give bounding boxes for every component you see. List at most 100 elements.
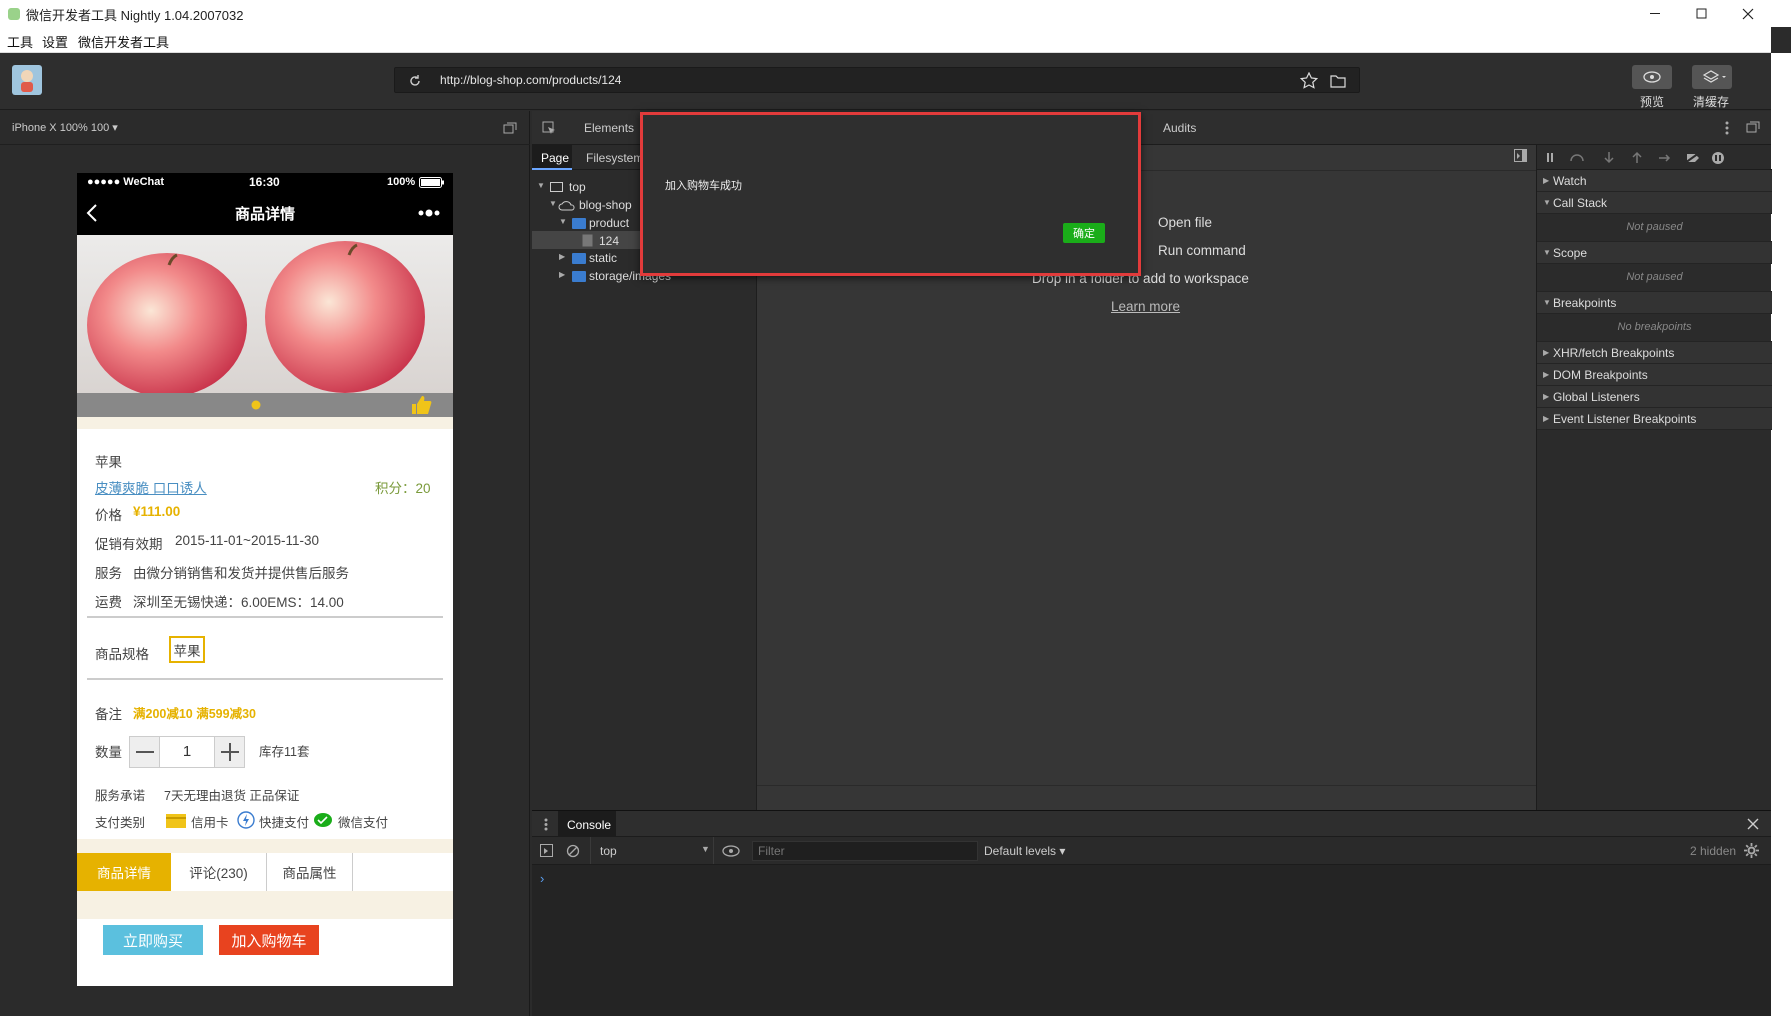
- section-breakpoints[interactable]: ▼ Breakpoints: [1537, 292, 1772, 314]
- product-slogan-link[interactable]: 皮薄爽脆 口口诱人: [95, 477, 207, 497]
- inspect-icon[interactable]: [542, 121, 556, 135]
- layers-icon: [1702, 70, 1726, 83]
- log-levels-dropdown[interactable]: Default levels ▾: [984, 844, 1065, 858]
- clear-cache-button[interactable]: [1692, 65, 1732, 89]
- url-text[interactable]: http://blog-shop.com/products/124: [440, 73, 621, 87]
- tree-item-static[interactable]: static: [589, 251, 617, 265]
- tree-item-blog-shop[interactable]: blog-shop: [579, 198, 632, 212]
- close-icon: [1742, 8, 1754, 19]
- increase-button[interactable]: [214, 737, 244, 767]
- drawer-menu-icon[interactable]: [544, 818, 548, 831]
- price-value: ¥111.00: [133, 504, 181, 519]
- qty-input[interactable]: 1: [160, 743, 214, 760]
- subtab-page[interactable]: Page: [532, 145, 572, 170]
- clock: 16:30: [249, 175, 280, 189]
- kebab-icon[interactable]: [1725, 121, 1729, 135]
- section-global-listeners[interactable]: ▶ Global Listeners: [1537, 386, 1772, 408]
- menu-tools[interactable]: 工具: [7, 32, 33, 51]
- breakpoints-status: No breakpoints: [1537, 314, 1772, 342]
- tree-item-product[interactable]: product: [589, 216, 629, 230]
- carousel-dot-icon: [251, 400, 261, 410]
- confirm-button[interactable]: 确定: [1063, 223, 1105, 243]
- expand-arrow-icon[interactable]: ▼: [549, 199, 557, 208]
- thumbs-up-icon[interactable]: [410, 395, 432, 415]
- collapse-arrow-icon[interactable]: ▶: [559, 252, 565, 261]
- address-bar[interactable]: http://blog-shop.com/products/124: [394, 67, 1360, 93]
- folder-icon: [572, 271, 586, 282]
- promo-value: 2015-11-01~2015-11-30: [175, 533, 319, 548]
- right-edge-strip: [1771, 53, 1791, 1016]
- dropdown-arrow-icon: ▼: [701, 844, 710, 854]
- toggle-debugger-icon[interactable]: [1514, 149, 1528, 163]
- tab-audits[interactable]: Audits: [1163, 121, 1196, 135]
- preview-label: 预览: [1640, 95, 1665, 109]
- more-icon[interactable]: [417, 209, 441, 217]
- pay-wechat: 微信支付: [338, 816, 389, 830]
- note-label: 备注: [95, 707, 122, 722]
- tab-comments[interactable]: 评论(230): [171, 853, 267, 891]
- promise-value: 7天无理由退货 正品保证: [164, 789, 300, 803]
- expand-arrow-icon[interactable]: ▼: [537, 181, 545, 190]
- section-scope[interactable]: ▼ Scope: [1537, 242, 1772, 264]
- debugger-controls-icon: [1547, 151, 1724, 164]
- quick-pay-icon: [237, 811, 255, 829]
- tab-console[interactable]: Console: [558, 811, 616, 837]
- detach-icon: [503, 122, 517, 134]
- price-label: 价格: [95, 508, 122, 523]
- service-label: 服务: [95, 566, 122, 581]
- simulator-panel: iPhone X 100% 100 ▾ ●●●●● WeChat 16:30 1…: [0, 111, 530, 1016]
- close-window-button[interactable]: [1726, 0, 1770, 27]
- context-selector[interactable]: top ▼: [590, 837, 714, 864]
- section-event-listener-breakpoints[interactable]: ▶ Event Listener Breakpoints: [1537, 408, 1772, 430]
- console-header: Console: [532, 811, 1771, 837]
- tree-item-top[interactable]: top: [569, 180, 586, 194]
- minimize-button[interactable]: [1634, 0, 1678, 27]
- expand-arrow-icon[interactable]: ▼: [559, 217, 567, 226]
- battery-icon: [419, 177, 444, 188]
- decrease-button[interactable]: [130, 737, 160, 767]
- console-filter-input[interactable]: [752, 841, 978, 861]
- clear-cache-label: 清缓存: [1693, 95, 1730, 109]
- context-value: top: [600, 844, 617, 858]
- divider-band: [77, 839, 453, 853]
- quantity-stepper: 1: [129, 736, 245, 768]
- tab-attributes[interactable]: 商品属性: [267, 853, 353, 891]
- spec-option[interactable]: 苹果: [169, 636, 205, 663]
- section-dom-breakpoints[interactable]: ▶ DOM Breakpoints: [1537, 364, 1772, 386]
- sidebar-toggle-icon[interactable]: [540, 844, 554, 858]
- section-call-stack[interactable]: ▼ Call Stack: [1537, 192, 1772, 214]
- close-drawer-icon[interactable]: [1747, 818, 1759, 830]
- gear-icon[interactable]: [1744, 843, 1759, 858]
- menu-devtools[interactable]: 微信开发者工具: [78, 32, 169, 51]
- apple-image: [87, 241, 425, 393]
- tab-details[interactable]: 商品详情: [77, 853, 171, 891]
- maximize-button[interactable]: [1680, 0, 1724, 27]
- product-image[interactable]: [77, 235, 453, 393]
- minus-icon: [136, 751, 154, 753]
- console-prompt-icon[interactable]: ›: [540, 871, 544, 886]
- dialog-message: 加入购物车成功: [665, 180, 742, 192]
- console-toolbar: top ▼ Default levels ▾ 2 hidden: [532, 837, 1771, 865]
- add-to-cart-button[interactable]: 加入购物车: [219, 925, 319, 955]
- clear-console-icon[interactable]: [566, 844, 580, 858]
- preview-button[interactable]: [1632, 65, 1672, 89]
- section-xhr-breakpoints[interactable]: ▶ XHR/fetch Breakpoints: [1537, 342, 1772, 364]
- avatar[interactable]: [12, 65, 42, 95]
- avatar-icon: [21, 70, 33, 92]
- tab-elements[interactable]: Elements: [584, 121, 634, 135]
- subtab-filesystem[interactable]: Filesystem: [586, 151, 643, 165]
- collapse-arrow-icon[interactable]: ▶: [559, 270, 565, 279]
- hint-open-file: Open file: [1158, 215, 1213, 230]
- learn-more-link[interactable]: Learn more: [1111, 299, 1180, 314]
- menu-bar: 工具 设置 微信开发者工具: [0, 27, 1771, 53]
- refresh-icon: [410, 75, 420, 86]
- dock-icon[interactable]: [1746, 121, 1760, 133]
- maximize-icon: [1696, 8, 1707, 18]
- window-title: 微信开发者工具 Nightly 1.04.2007032: [26, 8, 244, 23]
- menu-settings[interactable]: 设置: [42, 32, 68, 51]
- section-watch[interactable]: ▶ Watch: [1537, 170, 1772, 192]
- device-selector[interactable]: iPhone X 100% 100 ▾: [12, 121, 118, 134]
- eye-icon[interactable]: [722, 845, 740, 857]
- tree-item-124[interactable]: 124: [599, 234, 619, 248]
- buy-now-button[interactable]: 立即购买: [103, 925, 203, 955]
